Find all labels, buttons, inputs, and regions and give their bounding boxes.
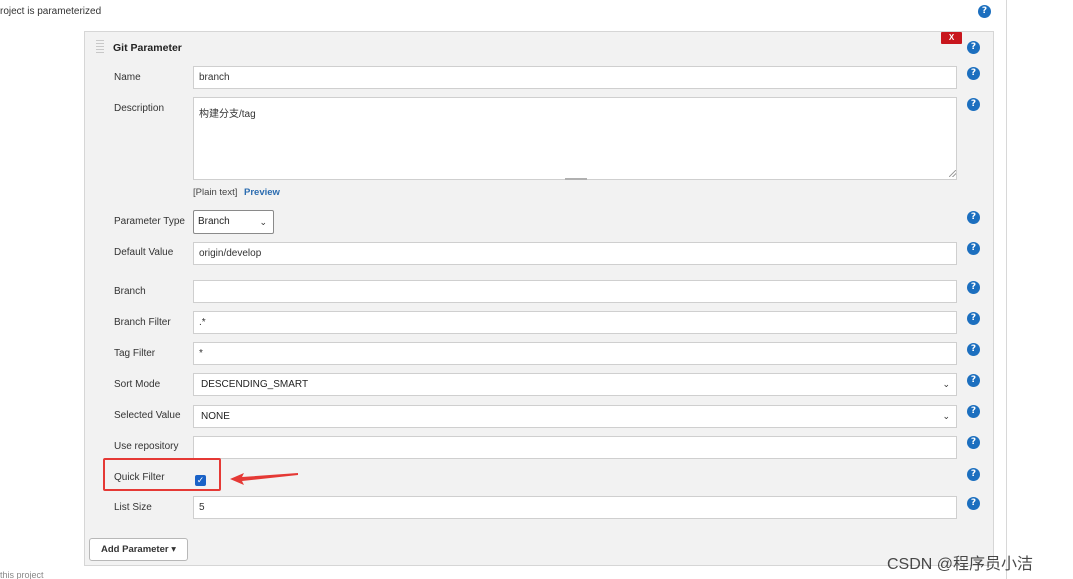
description-label: Description xyxy=(114,103,165,114)
help-icon[interactable]: ? xyxy=(967,312,980,325)
page-divider xyxy=(1006,0,1007,579)
help-icon[interactable]: ? xyxy=(967,343,980,356)
help-icon[interactable]: ? xyxy=(967,98,980,111)
chevron-down-icon: ⌄ xyxy=(259,217,267,227)
use-repository-label: Use repository xyxy=(114,441,179,452)
use-repository-input[interactable] xyxy=(193,436,957,459)
branch-input[interactable] xyxy=(193,280,957,303)
chevron-down-icon: ⌄ xyxy=(942,379,950,389)
description-textarea[interactable]: 构建分支/tag xyxy=(193,97,957,180)
help-icon[interactable]: ? xyxy=(978,5,991,18)
name-input[interactable]: branch xyxy=(193,66,957,89)
selected-value-select[interactable]: NONE ⌄ xyxy=(193,405,957,428)
chevron-down-icon: ⌄ xyxy=(942,411,950,421)
branch-filter-label: Branch Filter xyxy=(114,317,171,328)
name-label: Name xyxy=(114,72,141,83)
help-icon[interactable]: ? xyxy=(967,374,980,387)
help-icon[interactable]: ? xyxy=(967,281,980,294)
csdn-watermark: CSDN @程序员小洁 xyxy=(887,556,1034,573)
sort-mode-value: DESCENDING_SMART xyxy=(201,379,309,390)
panel-title: Git Parameter xyxy=(113,42,182,54)
quick-filter-highlight xyxy=(103,458,221,491)
help-icon[interactable]: ? xyxy=(967,468,980,481)
parameter-type-label: Parameter Type xyxy=(114,216,185,227)
resize-corner-icon[interactable] xyxy=(949,170,956,177)
add-parameter-button[interactable]: Add Parameter ▾ xyxy=(89,538,188,561)
help-icon[interactable]: ? xyxy=(967,67,980,80)
sort-mode-select[interactable]: DESCENDING_SMART ⌄ xyxy=(193,373,957,396)
drag-handle-icon[interactable] xyxy=(96,40,104,54)
project-parameterized-label: roject is parameterized xyxy=(0,6,102,17)
tag-filter-input[interactable]: * xyxy=(193,342,957,365)
plain-text-label: [Plain text] xyxy=(193,187,238,198)
branch-label: Branch xyxy=(114,286,146,297)
arrow-annotation-icon xyxy=(230,473,298,485)
parameter-type-select[interactable]: Branch ⌄ xyxy=(193,210,274,234)
preview-link[interactable]: Preview xyxy=(244,187,280,198)
default-value-label: Default Value xyxy=(114,247,174,258)
help-icon[interactable]: ? xyxy=(967,211,980,224)
list-size-input[interactable]: 5 xyxy=(193,496,957,519)
help-icon[interactable]: ? xyxy=(967,405,980,418)
branch-filter-input[interactable]: .* xyxy=(193,311,957,334)
list-size-label: List Size xyxy=(114,502,152,513)
help-icon[interactable]: ? xyxy=(967,436,980,449)
default-value-input[interactable]: origin/develop xyxy=(193,242,957,265)
parameter-type-value: Branch xyxy=(198,216,230,227)
sort-mode-label: Sort Mode xyxy=(114,379,161,390)
help-icon[interactable]: ? xyxy=(967,41,980,54)
textarea-resize-grip[interactable] xyxy=(565,178,587,180)
tag-filter-label: Tag Filter xyxy=(114,348,156,359)
bottom-cut-text: this project xyxy=(0,570,44,579)
selected-value-value: NONE xyxy=(201,411,230,422)
selected-value-label: Selected Value xyxy=(114,410,181,421)
help-icon[interactable]: ? xyxy=(967,242,980,255)
help-icon[interactable]: ? xyxy=(967,497,980,510)
delete-parameter-button[interactable]: X xyxy=(941,32,962,44)
